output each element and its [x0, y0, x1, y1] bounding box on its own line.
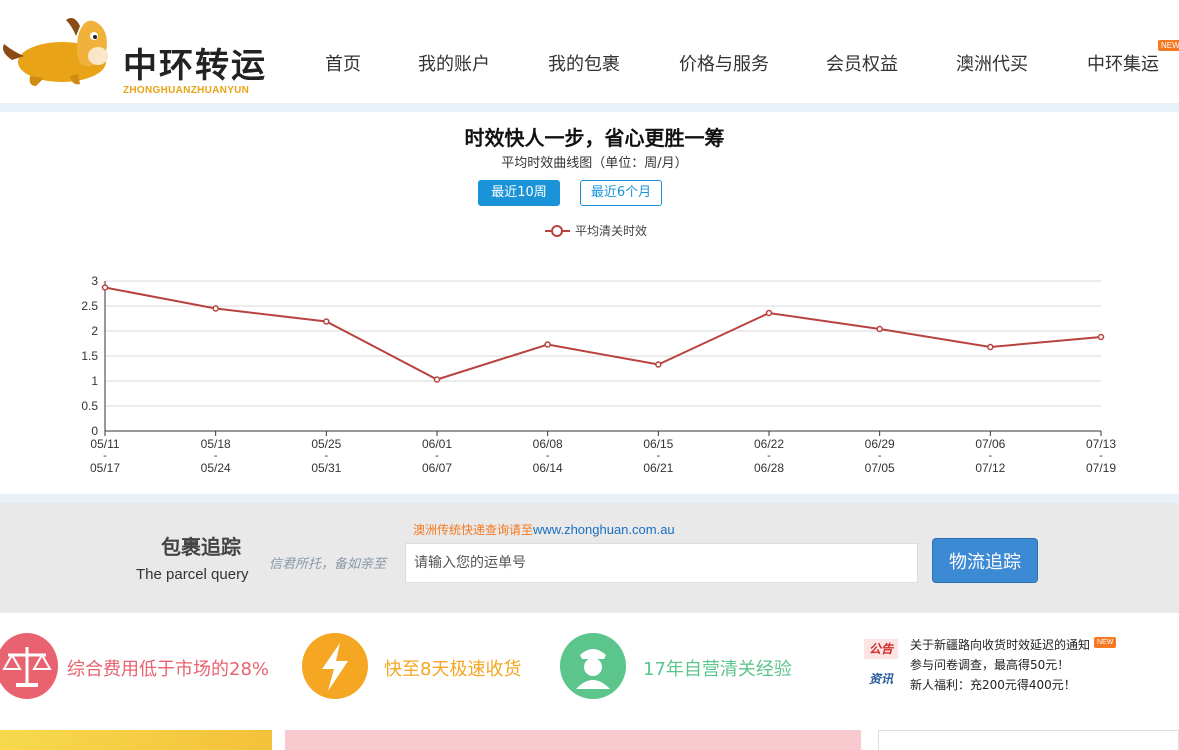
x-tick-label-end: 07/19 [1086, 461, 1116, 475]
y-tick-label: 0 [91, 424, 98, 438]
chart-section: 时效快人一步，省心更胜一筹 平均时效曲线图（单位：周/月） 最近10周 最近6个… [0, 112, 1179, 494]
notice-item[interactable]: 参与问卷调查，最高得50元！ [910, 656, 1069, 673]
lightning-icon [302, 633, 368, 699]
tracking-hint-link[interactable]: www.zhonghuan.com.au [533, 522, 675, 537]
nav-pricing-services[interactable]: 价格与服务 [679, 50, 769, 76]
data-point [101, 284, 109, 291]
x-tick-label-end: 05/24 [201, 461, 231, 475]
calculator-panel[interactable] [878, 730, 1179, 750]
tracking-hint: 澳洲传统快递查询请至www.zhonghuan.com.au [413, 521, 675, 538]
x-tick-label-start: 07/06 [975, 437, 1005, 451]
feature-customs-experience-text: 17年自营清关经验 [643, 659, 792, 680]
clearance-time-line-chart: 00.511.522.5305/11-05/1705/18-05/2405/25… [81, 274, 1116, 475]
track-button[interactable]: 物流追踪 [932, 538, 1038, 583]
nav-member-benefits[interactable]: 会员权益 [826, 50, 898, 76]
data-point [876, 325, 883, 333]
nav-home[interactable]: 首页 [325, 50, 361, 76]
horse-logo-icon [3, 18, 108, 86]
notice-panel: 公告 资讯 关于新疆路向收货时效延迟的通知 NEW 参与问卷调查，最高得50元！… [864, 633, 1164, 703]
x-tick-label-end: 06/07 [422, 461, 452, 475]
tracking-hint-prefix: 澳洲传统快递查询请至 [413, 523, 534, 537]
nav-my-parcels[interactable]: 我的包裹 [548, 50, 620, 76]
announcement-tag[interactable]: 公告 [864, 639, 898, 659]
y-tick-label: 1 [91, 374, 98, 388]
logo[interactable]: 中环转运 ZHONGHUANZHUANYUN [0, 12, 280, 96]
feature-fast-delivery-text: 快至8天极速收货 [384, 659, 522, 680]
data-point [987, 343, 994, 351]
tracking-number-input[interactable] [405, 543, 918, 583]
parcel-tracking-section: 包裹追踪 The parcel query 信君所托，备如亲至 澳洲传统快递查询… [0, 503, 1179, 613]
brand-subtitle: ZHONGHUANZHUANYUN [123, 85, 250, 96]
data-point [433, 376, 441, 383]
x-tick-label-start: 05/25 [311, 437, 341, 451]
promo-banner-center[interactable] [285, 730, 861, 750]
x-tick-label-end: 06/14 [533, 461, 563, 475]
divider-strip [0, 103, 1179, 112]
news-tag[interactable]: 资讯 [864, 669, 898, 689]
nav-my-account[interactable]: 我的账户 [418, 50, 490, 76]
x-tick-label-start: 06/08 [533, 437, 563, 451]
y-tick-label: 3 [91, 274, 98, 288]
x-tick-label-end: 07/12 [975, 461, 1005, 475]
tracking-subtitle: The parcel query [136, 566, 249, 583]
customs-officer-icon [560, 633, 626, 699]
y-tick-label: 2 [91, 324, 98, 338]
y-tick-label: 1.5 [81, 349, 98, 363]
y-tick-label: 0.5 [81, 399, 98, 413]
data-point [765, 309, 773, 317]
x-tick-label-start: 07/13 [1086, 437, 1116, 451]
x-tick-label-end: 05/31 [311, 461, 341, 475]
tracking-slogan: 信君所托，备如亲至 [269, 557, 387, 572]
x-tick-label-start: 05/11 [90, 437, 119, 451]
x-tick-label-start: 06/22 [754, 437, 784, 451]
data-point [655, 361, 662, 368]
promo-banner-left[interactable] [0, 730, 272, 750]
data-point [212, 305, 219, 312]
nav-consolidated-shipping[interactable]: 中环集运 [1087, 50, 1159, 76]
x-tick-label-start: 06/15 [643, 437, 673, 451]
tracking-title: 包裹追踪 [161, 535, 241, 559]
data-point [1097, 333, 1105, 341]
nav-australia-purchase[interactable]: 澳洲代买 [956, 50, 1028, 76]
series-line [104, 286, 1102, 381]
feature-fast-delivery: 快至8天极速收货 [302, 633, 542, 703]
feature-customs-experience: 17年自营清关经验 [560, 633, 820, 703]
brand-name: 中环转运 [123, 46, 267, 86]
data-point [544, 341, 551, 348]
feature-low-cost: 综合费用低于市场的28% [0, 633, 286, 703]
divider-strip [0, 494, 1179, 503]
notice-item[interactable]: 关于新疆路向收货时效延迟的通知 [910, 636, 1090, 653]
notice-item[interactable]: 新人福利：充200元得400元！ [910, 676, 1076, 693]
x-tick-label-end: 05/17 [90, 461, 120, 475]
data-point [323, 318, 330, 325]
x-tick-label-start: 06/29 [865, 437, 895, 451]
x-tick-label-start: 06/01 [422, 437, 452, 451]
feature-low-cost-text: 综合费用低于市场的28% [67, 659, 270, 680]
x-tick-label-start: 05/18 [201, 437, 231, 451]
scale-icon [0, 633, 58, 699]
x-tick-label-end: 06/21 [643, 461, 673, 475]
site-header: 中环转运 ZHONGHUANZHUANYUN 首页 我的账户 我的包裹 价格与服… [0, 0, 1179, 103]
x-tick-label-end: 06/28 [754, 461, 784, 475]
new-badge: NEW [1094, 637, 1117, 648]
y-tick-label: 2.5 [81, 299, 98, 313]
x-tick-label-end: 07/05 [865, 461, 895, 475]
new-badge: NEW [1158, 40, 1179, 51]
